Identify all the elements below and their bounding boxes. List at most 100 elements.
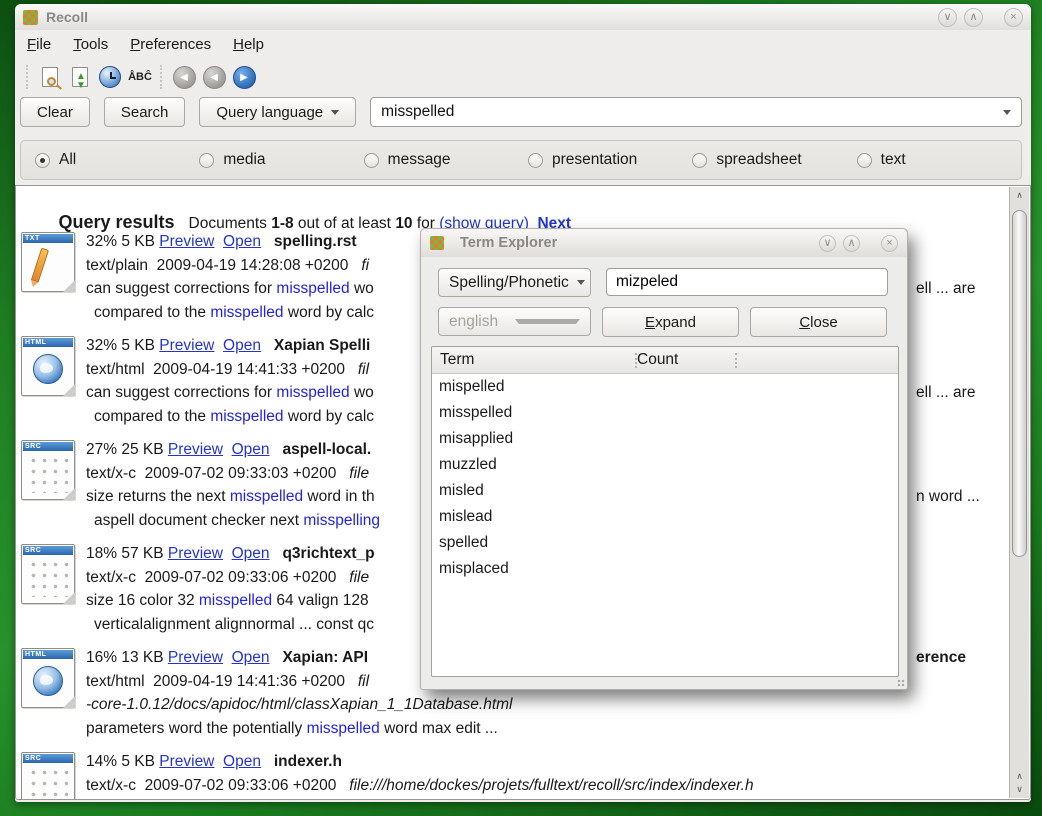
filter-label: message [388, 151, 451, 169]
history-icon[interactable] [95, 63, 125, 91]
filter-radio-media[interactable]: media [199, 151, 363, 169]
preview-link[interactable]: Preview [159, 753, 214, 770]
chevron-down-icon [515, 319, 581, 324]
clear-button[interactable]: Clear [20, 97, 90, 127]
radio-icon[interactable] [528, 153, 543, 168]
search-row: Clear Search Query language [20, 96, 1022, 128]
search-input[interactable] [381, 103, 995, 121]
scroll-down-icon[interactable]: ∨ [1010, 782, 1029, 797]
open-link[interactable]: Open [223, 753, 261, 770]
term-row[interactable]: misspelled [432, 400, 898, 426]
column-resize-grip[interactable] [735, 353, 737, 368]
filter-label: spreadsheet [716, 151, 801, 169]
search-query-combobox[interactable] [370, 97, 1022, 127]
term-row[interactable]: mispelled [432, 374, 898, 400]
radio-icon[interactable] [35, 153, 50, 168]
maximize-window-icon[interactable]: ∧ [964, 8, 983, 27]
expand-mode-dropdown[interactable]: Spelling/Phonetic [438, 268, 591, 297]
term-row[interactable]: misplaced [432, 556, 898, 582]
menu-tools[interactable]: Tools [73, 36, 108, 53]
result-snippet-fragment: ell ... are [916, 381, 975, 405]
html-file-icon: HTML [21, 336, 75, 396]
toolbar: ▲▼ ÅBĈ ◀ ◀ ▶ [15, 59, 1031, 95]
main-titlebar[interactable]: Recoll ∨ ∧ × [15, 4, 1031, 30]
open-link[interactable]: Open [223, 337, 261, 354]
term-input[interactable] [616, 273, 878, 291]
open-link[interactable]: Open [223, 233, 261, 250]
filter-radio-text[interactable]: text [857, 151, 1021, 169]
filter-radio-presentation[interactable]: presentation [528, 151, 692, 169]
language-dropdown[interactable]: english [438, 307, 591, 336]
preview-link[interactable]: Preview [168, 545, 223, 562]
category-filter-row: All media message presentation spreadsheet te… [20, 140, 1022, 180]
term-table: Term Count mispelledmisspelledmisapplied… [431, 346, 899, 677]
menu-preferences[interactable]: Preferences [130, 36, 211, 53]
term-row[interactable]: misapplied [432, 426, 898, 452]
window-title: Recoll [46, 9, 88, 25]
open-link[interactable]: Open [232, 649, 270, 666]
open-link[interactable]: Open [232, 441, 270, 458]
toolbar-separator [26, 65, 30, 89]
document-preview-icon[interactable] [35, 63, 65, 91]
shade-window-icon[interactable]: ∨ [938, 8, 957, 27]
radio-icon[interactable] [199, 153, 214, 168]
open-link[interactable]: Open [232, 545, 270, 562]
search-button[interactable]: Search [104, 97, 186, 127]
preview-link[interactable]: Preview [159, 337, 214, 354]
result-snippet-fragment: n word ... [916, 485, 980, 509]
term-input-wrap [606, 268, 888, 296]
term-row[interactable]: misled [432, 478, 898, 504]
filter-label: presentation [552, 151, 637, 169]
filter-radio-message[interactable]: message [364, 151, 528, 169]
radio-icon[interactable] [857, 153, 872, 168]
menu-help[interactable]: Help [233, 36, 264, 53]
src-file-icon: SRC [21, 752, 75, 800]
results-title: Query results [58, 212, 174, 232]
txt-file-icon: TXT [21, 232, 75, 292]
chevron-down-icon [331, 110, 339, 115]
menubar: File Tools Preferences Help [15, 30, 1031, 59]
expand-button[interactable]: Expand [602, 307, 739, 337]
dialog-title: Term Explorer [460, 235, 557, 251]
results-scrollbar[interactable]: ∧ ∧ ∨ [1009, 187, 1029, 798]
term-row[interactable]: spelled [432, 530, 898, 556]
scrollbar-thumb[interactable] [1012, 210, 1027, 557]
preview-link[interactable]: Preview [159, 233, 214, 250]
filter-label: text [881, 151, 906, 169]
chevron-down-icon [577, 280, 585, 285]
dialog-titlebar[interactable]: Term Explorer ∨ ∧ × [421, 229, 907, 257]
term-explorer-dialog: Term Explorer ∨ ∧ × Spelling/Phonetic en… [420, 228, 908, 690]
update-index-icon[interactable]: ▲▼ [65, 63, 95, 91]
preview-link[interactable]: Preview [168, 649, 223, 666]
desktop-background: Recoll ∨ ∧ × File Tools Preferences Help… [0, 0, 1042, 816]
term-row[interactable]: muzzled [432, 452, 898, 478]
dialog-resize-grip[interactable] [897, 679, 905, 687]
column-header-term[interactable]: Term [432, 351, 629, 369]
recoll-app-icon [430, 236, 444, 250]
radio-icon[interactable] [692, 153, 707, 168]
query-language-dropdown[interactable]: Query language [199, 97, 356, 127]
prev-page-icon[interactable]: ◀ [199, 63, 229, 91]
close-button[interactable]: Close [750, 307, 887, 337]
next-page-icon[interactable]: ▶ [229, 63, 259, 91]
first-page-icon[interactable]: ◀ [169, 63, 199, 91]
term-row[interactable]: mislead [432, 504, 898, 530]
close-window-icon[interactable]: × [1004, 8, 1023, 27]
chevron-down-icon[interactable] [1003, 110, 1011, 115]
maximize-window-icon[interactable]: ∧ [843, 235, 860, 252]
toolbar-separator [160, 65, 164, 89]
close-window-icon[interactable]: × [881, 235, 898, 252]
column-resize-grip[interactable] [635, 353, 637, 368]
radio-icon[interactable] [364, 153, 379, 168]
shade-window-icon[interactable]: ∨ [819, 235, 836, 252]
filter-radio-spreadsheet[interactable]: spreadsheet [692, 151, 856, 169]
result-snippet-fragment: erence [916, 646, 966, 670]
spellcheck-icon[interactable]: ÅBĈ [125, 63, 155, 91]
result-item[interactable]: SRC14% 5 KB Preview Open indexer.htext/x… [16, 750, 1008, 800]
preview-link[interactable]: Preview [168, 441, 223, 458]
term-table-header[interactable]: Term Count [432, 347, 898, 374]
filter-label: All [59, 151, 76, 169]
menu-file[interactable]: File [27, 36, 51, 53]
filter-radio-all[interactable]: All [35, 151, 199, 169]
scroll-up-icon[interactable]: ∧ [1010, 188, 1029, 203]
